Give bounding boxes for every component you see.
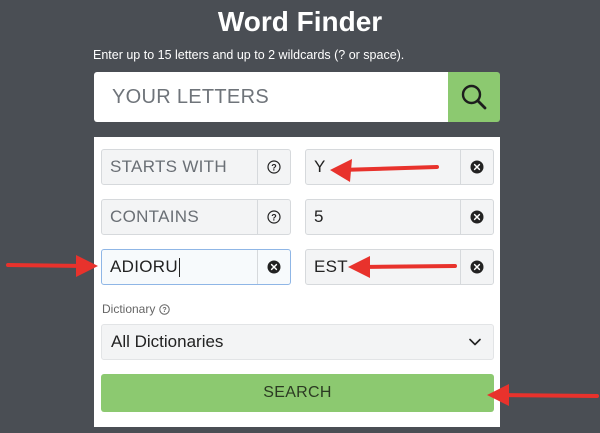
adioru-clear-button[interactable] (257, 250, 290, 284)
svg-text:?: ? (271, 212, 277, 222)
clear-x-icon (470, 260, 484, 274)
your-letters-input[interactable]: YOUR LETTERS (94, 72, 448, 122)
adioru-value: ADIORU (110, 257, 178, 276)
contains-field[interactable]: CONTAINS ? (101, 199, 291, 235)
clear-x-icon (267, 260, 281, 274)
starts-with-placeholder: STARTS WITH (110, 157, 227, 176)
ends-with-value: EST (314, 257, 348, 276)
contains-value: 5 (314, 207, 324, 226)
svg-text:?: ? (271, 162, 277, 172)
adioru-text-wrapper: ADIORU (102, 250, 257, 284)
chevron-down-icon (469, 338, 481, 346)
starts-with-help-button[interactable]: ? (257, 150, 290, 184)
ends-with-clear-button[interactable] (460, 250, 493, 284)
starts-with-value-field[interactable]: Y (305, 149, 494, 185)
contains-help-button[interactable]: ? (257, 200, 290, 234)
contains-value-field[interactable]: 5 (305, 199, 494, 235)
starts-with-value: Y (314, 157, 326, 176)
clear-x-icon (470, 210, 484, 224)
dictionary-label: Dictionary ? (102, 302, 171, 316)
letters-search-bar: YOUR LETTERS (94, 72, 500, 122)
question-circle-icon: ? (267, 210, 281, 224)
question-circle-icon[interactable]: ? (159, 303, 171, 315)
dictionary-selected-value: All Dictionaries (111, 332, 224, 351)
starts-with-field[interactable]: STARTS WITH ? (101, 149, 291, 185)
contains-clear-button[interactable] (460, 200, 493, 234)
dictionary-select[interactable]: All Dictionaries (101, 324, 494, 360)
search-icon-button[interactable] (448, 72, 500, 122)
search-icon (461, 84, 487, 110)
starts-with-clear-button[interactable] (460, 150, 493, 184)
search-button[interactable]: SEARCH (101, 374, 494, 412)
contains-placeholder: CONTAINS (110, 207, 199, 226)
instructions-text: Enter up to 15 letters and up to 2 wildc… (93, 48, 405, 62)
dictionary-label-text: Dictionary (102, 302, 156, 316)
red-arrow (487, 384, 599, 406)
text-caret (178, 257, 180, 277)
page-title: Word Finder (217, 6, 383, 37)
red-arrow (6, 255, 98, 277)
adioru-letters-field[interactable]: ADIORU (101, 249, 291, 285)
svg-text:?: ? (163, 307, 167, 314)
clear-x-icon (470, 160, 484, 174)
question-circle-icon: ? (267, 160, 281, 174)
ends-with-value-field[interactable]: EST (305, 249, 494, 285)
